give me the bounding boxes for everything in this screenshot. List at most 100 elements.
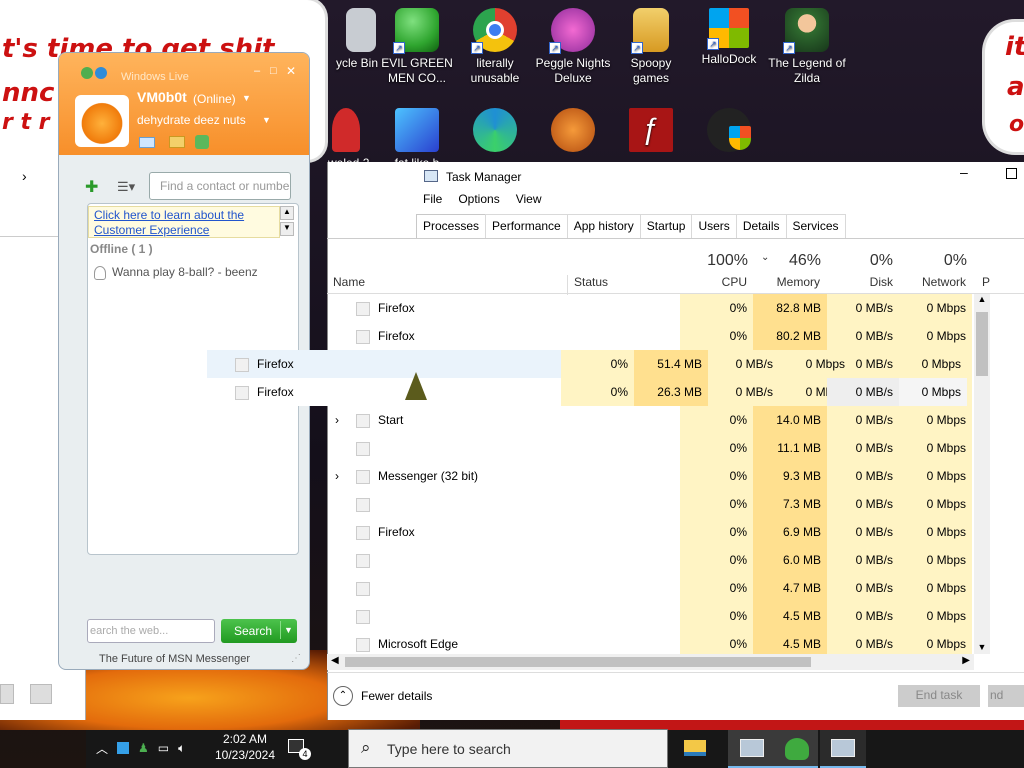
menu-bar: File Options View	[416, 192, 542, 212]
tab-app-history[interactable]: App history	[566, 214, 641, 238]
menu-view[interactable]: View	[516, 192, 542, 212]
header-memory[interactable]: Memory	[753, 275, 820, 289]
contact-item[interactable]: Wanna play 8-ball? - beenz	[112, 265, 258, 279]
group-offline[interactable]: Offline ( 1 )	[90, 242, 153, 256]
web-search-button[interactable]: Search ▼	[221, 619, 297, 643]
witch-hat-cursor-icon	[405, 372, 427, 400]
search-options-icon[interactable]: ▼	[280, 621, 293, 639]
header-network[interactable]: Network	[899, 275, 966, 289]
process-row[interactable]: 0% 6.0 MB 0 MB/s 0 Mbps	[327, 546, 974, 574]
desktop-icon-legend-of-zilda[interactable]: ↗ The Legend of Zilda	[768, 8, 846, 86]
msn-status[interactable]: (Online)	[193, 92, 236, 106]
desktop-icon-literally-unusable[interactable]: ↗ literally unusable	[456, 8, 534, 86]
left-window-minimize[interactable]: ›	[22, 168, 27, 184]
spaces-icon[interactable]	[195, 135, 209, 149]
folder-icon[interactable]	[169, 136, 185, 148]
process-disk: 0 MB/s	[855, 469, 893, 483]
tab-users[interactable]: Users	[691, 214, 737, 238]
taskbar-search-box[interactable]: ⌕ Type here to search	[348, 729, 668, 768]
header-cpu-percent[interactable]: 100%	[680, 252, 748, 270]
tray-app-icon[interactable]	[117, 742, 130, 754]
msn-personal-message[interactable]: dehydrate deez nuts	[137, 113, 246, 127]
process-row[interactable]: 0% 4.5 MB 0 MB/s 0 Mbps	[327, 602, 974, 630]
taskbar-messenger[interactable]	[776, 730, 818, 768]
web-search-input[interactable]: earch the web...	[87, 619, 215, 643]
scroll-left-icon[interactable]: ◀	[331, 655, 339, 666]
end-task-button-ghost[interactable]: nd task	[988, 685, 1024, 707]
tray-messenger-icon[interactable]: ♟	[138, 741, 149, 755]
taskbar-app[interactable]	[820, 730, 866, 768]
avatar[interactable]	[75, 95, 129, 147]
header-memory-percent[interactable]: 46%	[753, 252, 821, 270]
network-icon[interactable]: ▭	[158, 741, 169, 755]
desktop-icon-flash[interactable]: ƒ	[612, 108, 690, 156]
tab-processes[interactable]: Processes	[416, 214, 487, 239]
process-row[interactable]: 0% 7.3 MB 0 MB/s 0 Mbps	[327, 490, 974, 518]
promo-link[interactable]: Click here to learn about the Customer E…	[94, 208, 264, 238]
scroll-right-icon[interactable]: ▶	[962, 655, 970, 666]
menu-file[interactable]: File	[423, 192, 442, 212]
mail-icon[interactable]	[139, 137, 155, 148]
contact-search-input[interactable]: Find a contact or numbe	[149, 172, 291, 200]
taskbar-file-explorer[interactable]	[670, 730, 718, 768]
scroll-down-icon[interactable]: ▼	[974, 642, 990, 652]
header-name[interactable]: Name	[333, 275, 365, 289]
horizontal-scrollbar[interactable]: ◀ ▶	[327, 654, 974, 670]
maximize-icon[interactable]: □	[270, 65, 277, 77]
header-status[interactable]: Status	[567, 275, 608, 295]
end-task-button[interactable]: End task	[898, 685, 980, 707]
header-cpu[interactable]: CPU	[680, 275, 747, 289]
clock[interactable]: 2:02 AM 10/23/2024	[214, 731, 276, 763]
chevron-right-icon[interactable]: ›	[335, 462, 339, 490]
volume-icon[interactable]: 🔈︎	[178, 741, 185, 756]
process-row[interactable]: › Messenger (32 bit) 0% 9.3 MB 0 MB/s 0 Mbps	[327, 462, 974, 490]
taskbar-task-manager[interactable]	[728, 730, 776, 768]
header-disk[interactable]: Disk	[827, 275, 893, 289]
tab-performance[interactable]: Performance	[485, 214, 568, 238]
process-row[interactable]: › Start 0% 14.0 MB 0 MB/s 0 Mbps	[327, 406, 974, 434]
desktop-icon-recycle-bin[interactable]: ycle Bin	[310, 8, 388, 71]
fewer-details-button[interactable]: ⌃ Fewer details	[333, 685, 432, 707]
desktop-icon-peggle-2[interactable]	[534, 108, 612, 156]
dragged-row[interactable]: Firefox 0% 26.3 MB 0 MB/s 0 Mbps 0 MB/s …	[207, 378, 967, 406]
left-window-button-2[interactable]	[30, 684, 52, 704]
desktop-icon-evil-green-men[interactable]: ↗ EVIL GREEN MEN CO...	[378, 8, 456, 86]
tray-expand-icon[interactable]: ︿	[96, 740, 108, 757]
desktop-icon-peggle-nights[interactable]: ↗ Peggle Nights Deluxe	[534, 8, 612, 86]
tab-services[interactable]: Services	[785, 214, 846, 238]
left-window-button-1[interactable]	[0, 684, 14, 704]
process-row[interactable]: Firefox 0% 82.8 MB 0 MB/s 0 Mbps	[327, 294, 974, 322]
header-disk-percent[interactable]: 0%	[827, 252, 893, 270]
tab-startup[interactable]: Startup	[639, 214, 693, 238]
personal-message-dropdown-icon[interactable]: ▼	[262, 115, 271, 125]
maximize-icon[interactable]	[1006, 168, 1017, 179]
promo-scroll-up-icon[interactable]: ▲	[280, 206, 294, 220]
process-row[interactable]: 0% 4.7 MB 0 MB/s 0 Mbps	[327, 574, 974, 602]
menu-options[interactable]: Options	[458, 192, 499, 212]
dragged-row[interactable]: Firefox 0% 51.4 MB 0 MB/s 0 Mbps 0 MB/s …	[207, 350, 967, 378]
desktop-icon-shield[interactable]	[690, 108, 768, 156]
add-contact-icon[interactable]: ✚	[85, 177, 98, 197]
header-network-percent[interactable]: 0%	[899, 252, 967, 270]
scroll-up-icon[interactable]: ▲	[974, 294, 990, 304]
desktop-icon-edge[interactable]	[456, 108, 534, 156]
process-row[interactable]: Firefox 0% 80.2 MB 0 MB/s 0 Mbps	[327, 322, 974, 350]
horizontal-scroll-thumb[interactable]	[345, 657, 811, 667]
vertical-scrollbar[interactable]: ▲ ▼	[974, 294, 990, 654]
minimize-icon[interactable]: –	[254, 65, 260, 77]
chevron-right-icon[interactable]: ›	[335, 406, 339, 434]
header-power[interactable]: P	[982, 275, 990, 289]
process-name-text: Microsoft Edge	[378, 637, 459, 651]
vertical-scroll-thumb[interactable]	[976, 312, 988, 376]
close-icon[interactable]: ✕	[286, 64, 296, 78]
resize-grip-icon[interactable]: ⋰	[291, 653, 301, 664]
process-row[interactable]: Firefox 0% 6.9 MB 0 MB/s 0 Mbps	[327, 518, 974, 546]
minimize-icon[interactable]: –	[960, 164, 968, 180]
process-row[interactable]: 0% 11.1 MB 0 MB/s 0 Mbps	[327, 434, 974, 462]
tab-details[interactable]: Details	[735, 214, 787, 238]
desktop-icon-spoopy-games[interactable]: ↗ Spoopy games	[612, 8, 690, 86]
desktop-icon-hallodock[interactable]: ↗ HalloDock	[690, 8, 768, 67]
promo-scroll-down-icon[interactable]: ▼	[280, 222, 294, 236]
view-options-icon[interactable]: ☰▾	[117, 179, 135, 195]
status-dropdown-icon[interactable]: ▼	[242, 93, 251, 103]
